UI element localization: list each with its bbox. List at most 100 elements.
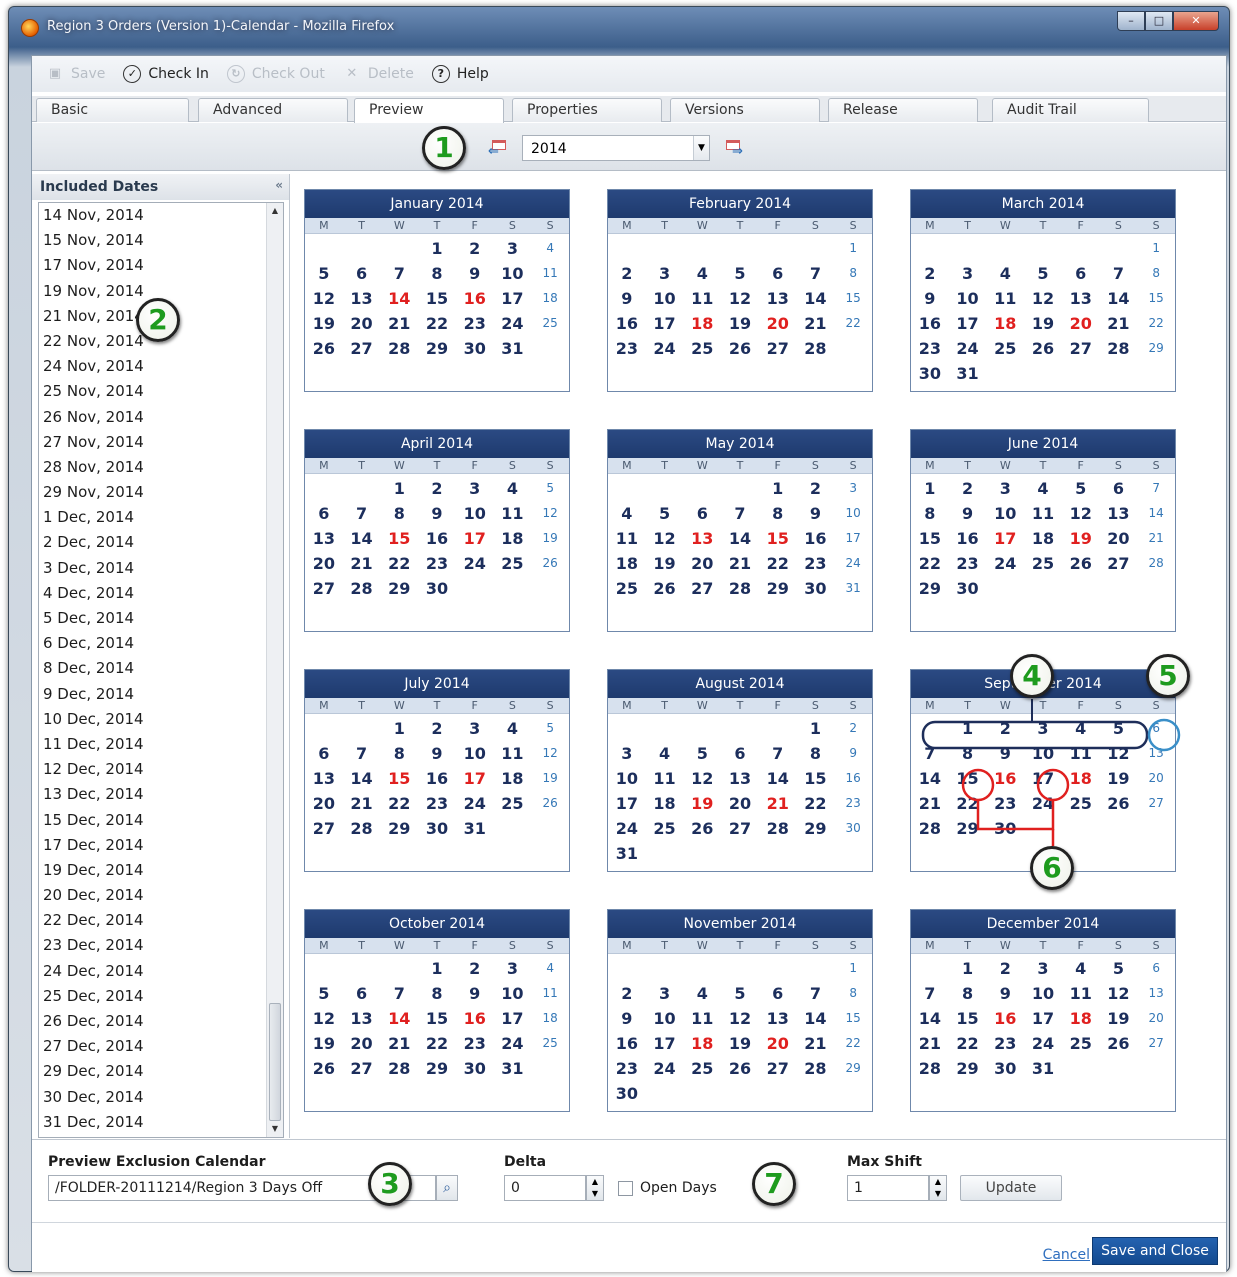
list-item[interactable]: 17 Nov, 2014 — [39, 253, 283, 278]
list-item[interactable]: 19 Dec, 2014 — [39, 858, 283, 883]
day-cell: 2 — [961, 479, 974, 498]
day-cell: 20 — [691, 554, 714, 573]
month-calendar: July 2014 M T W T F S S 1 2 3 4 5 6 7 8 9 10 11 12 13 14 15 16 1… — [304, 669, 570, 872]
day-cell: 28 — [766, 819, 789, 838]
list-item[interactable]: 25 Dec, 2014 — [39, 984, 283, 1009]
day-cell: 12 — [1031, 289, 1055, 308]
day-grid: 1 2 3 4 5 6 7 8 9 10 11 12 13 14 15 16 17 18 19 20 21 22 23 24 2… — [911, 954, 1175, 1081]
tab-release[interactable]: Release — [828, 98, 978, 122]
list-item[interactable]: 12 Dec, 2014 — [39, 757, 283, 782]
tab-strip: Basic Advanced Preview Properties Versio… — [32, 96, 1226, 123]
search-icon[interactable]: ⌕ — [436, 1175, 458, 1201]
list-item[interactable]: 14 Nov, 2014 — [39, 203, 283, 228]
list-item[interactable]: 26 Dec, 2014 — [39, 1009, 283, 1034]
day-cell: 26 — [312, 1059, 335, 1078]
delta-input[interactable]: 0 — [504, 1175, 586, 1201]
year-select[interactable]: 2014 ▼ — [522, 135, 710, 161]
weekday-label: S — [508, 219, 516, 232]
day-cell: 3 — [621, 744, 633, 763]
list-item[interactable]: 26 Nov, 2014 — [39, 405, 283, 430]
list-item[interactable]: 25 Nov, 2014 — [39, 379, 283, 404]
sunday-cell: 8 — [1152, 266, 1160, 280]
list-item[interactable]: 2 Dec, 2014 — [39, 530, 283, 555]
scroll-up-icon[interactable]: ▲ — [267, 203, 283, 219]
tab-basic[interactable]: Basic — [36, 98, 189, 122]
previous-year-icon[interactable]: ⇐ — [488, 139, 510, 158]
minimize-button[interactable]: – — [1117, 11, 1145, 31]
list-item[interactable]: 20 Dec, 2014 — [39, 883, 283, 908]
list-item[interactable]: 23 Dec, 2014 — [39, 933, 283, 958]
list-item[interactable]: 4 Dec, 2014 — [39, 581, 283, 606]
day-cell: 9 — [469, 264, 481, 283]
day-cell: 26 — [312, 339, 335, 358]
weekday-label: W — [696, 459, 708, 472]
list-item[interactable]: 24 Dec, 2014 — [39, 959, 283, 984]
day-cell: 16 — [425, 529, 449, 548]
list-scrollbar[interactable]: ▲ ▼ — [266, 203, 283, 1137]
excluded-day-cell: 18 — [1069, 1009, 1092, 1028]
day-cell: 7 — [809, 264, 821, 283]
tab-versions[interactable]: Versions — [670, 98, 820, 122]
day-cell: 11 — [653, 769, 676, 788]
day-cell: 19 — [728, 314, 752, 333]
check-out-button[interactable]: ↻ Check Out — [226, 65, 325, 83]
tab-advanced[interactable]: Advanced — [198, 98, 348, 122]
list-item[interactable]: 10 Dec, 2014 — [39, 707, 283, 732]
list-item[interactable]: 29 Dec, 2014 — [39, 1059, 283, 1084]
excluded-day-cell: 20 — [1069, 314, 1092, 333]
list-item[interactable]: 29 Nov, 2014 — [39, 480, 283, 505]
check-in-button[interactable]: ✓ Check In — [123, 65, 209, 83]
weekday-label: F — [1077, 699, 1084, 712]
save-and-close-button[interactable]: Save and Close — [1092, 1237, 1218, 1265]
list-item[interactable]: 15 Dec, 2014 — [39, 808, 283, 833]
cancel-link[interactable]: Cancel — [1043, 1247, 1090, 1263]
close-window-button[interactable]: ✕ — [1173, 11, 1219, 31]
save-toolbar-button[interactable]: ▣ Save — [46, 65, 106, 83]
list-item[interactable]: 22 Dec, 2014 — [39, 908, 283, 933]
day-cell: 27 — [350, 1059, 373, 1078]
list-item[interactable]: 1 Dec, 2014 — [39, 505, 283, 530]
max-shift-spinner[interactable]: ▲ ▼ — [929, 1175, 947, 1201]
list-item[interactable]: 17 Dec, 2014 — [39, 833, 283, 858]
list-item[interactable]: 30 Dec, 2014 — [39, 1085, 283, 1110]
delete-button[interactable]: ✕ Delete — [343, 65, 413, 83]
list-item[interactable]: 27 Nov, 2014 — [39, 430, 283, 455]
day-cell: 2 — [924, 264, 936, 283]
list-item[interactable]: 13 Dec, 2014 — [39, 782, 283, 807]
open-days-checkbox[interactable] — [618, 1181, 633, 1196]
list-item[interactable]: 15 Nov, 2014 — [39, 228, 283, 253]
chevron-down-icon[interactable]: ▼ — [693, 136, 709, 160]
tab-preview[interactable]: Preview — [354, 98, 504, 123]
tab-audit-trail[interactable]: Audit Trail — [992, 98, 1149, 122]
collapse-panel-icon[interactable]: « — [275, 178, 283, 192]
list-item[interactable]: 9 Dec, 2014 — [39, 682, 283, 707]
scroll-down-icon[interactable]: ▼ — [267, 1121, 283, 1137]
list-item[interactable]: 11 Dec, 2014 — [39, 732, 283, 757]
list-item[interactable]: 28 Nov, 2014 — [39, 455, 283, 480]
list-item[interactable]: 27 Dec, 2014 — [39, 1034, 283, 1059]
list-item[interactable]: 24 Nov, 2014 — [39, 354, 283, 379]
day-cell: 14 — [728, 529, 752, 548]
list-item[interactable]: 31 Dec, 2014 — [39, 1110, 283, 1135]
month-title: December 2014 — [911, 910, 1175, 938]
day-cell: 7 — [355, 744, 368, 763]
list-item[interactable]: 6 Dec, 2014 — [39, 631, 283, 656]
day-cell: 5 — [318, 984, 330, 1003]
list-item[interactable]: 8 Dec, 2014 — [39, 656, 283, 681]
max-shift-input[interactable]: 1 — [847, 1175, 929, 1201]
help-button[interactable]: ? Help — [431, 65, 489, 83]
sunday-cell: 4 — [546, 961, 554, 975]
delta-spinner[interactable]: ▲ ▼ — [586, 1175, 604, 1201]
day-cell: 2 — [431, 719, 443, 738]
tab-properties[interactable]: Properties — [512, 98, 662, 122]
day-cell: 27 — [350, 339, 373, 358]
next-year-icon[interactable]: ⇒ — [724, 139, 744, 158]
update-button[interactable]: Update — [960, 1175, 1062, 1201]
day-cell: 13 — [350, 289, 373, 308]
included-dates-list[interactable]: 14 Nov, 2014 15 Nov, 2014 17 Nov, 2014 19 N… — [38, 202, 284, 1138]
day-cell: 24 — [653, 339, 676, 358]
scroll-thumb[interactable] — [269, 1003, 281, 1121]
list-item[interactable]: 5 Dec, 2014 — [39, 606, 283, 631]
maximize-button[interactable]: □ — [1145, 11, 1173, 31]
list-item[interactable]: 3 Dec, 2014 — [39, 556, 283, 581]
